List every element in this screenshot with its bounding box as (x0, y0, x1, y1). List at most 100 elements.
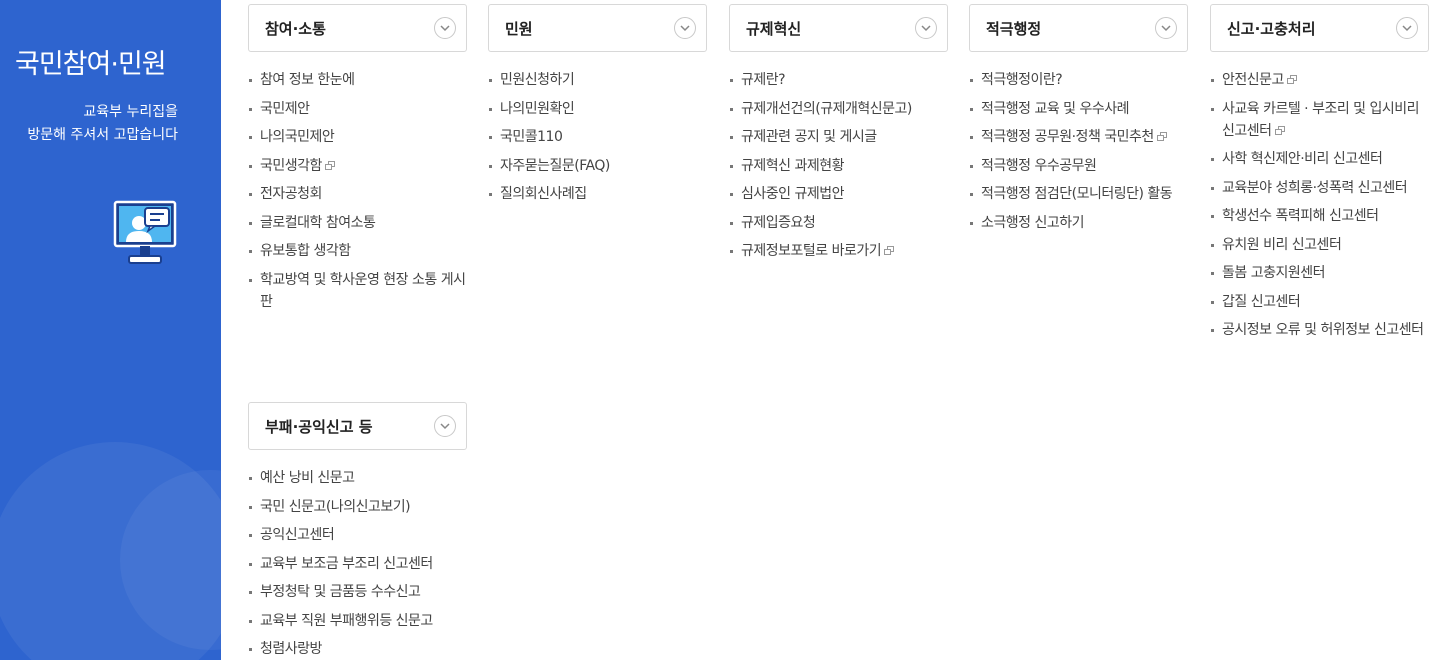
menu-link-label: 공시정보 오류 및 허위정보 신고센터 (1222, 322, 1424, 338)
menu-link[interactable]: 참여 정보 한눈에 (248, 69, 467, 91)
menu-link[interactable]: 교육부 보조금 부조리 신고센터 (248, 553, 467, 575)
column-title: 신고·고충처리 (1227, 20, 1316, 38)
column-header[interactable]: 적극행정 (969, 4, 1188, 52)
new-window-icon (1156, 132, 1168, 142)
column-title: 부패·공익신고 등 (265, 418, 373, 436)
menu-link[interactable]: 부정청탁 및 금품등 수수신고 (248, 581, 467, 603)
menu-column-report-grievance: 신고·고충처리 안전신문고 사교육 카르텔 · 부조리 및 입시비리 신고센터 … (1210, 4, 1429, 348)
menu-link-label: 규제정보포털로 바로가기 (741, 243, 882, 259)
menu-link[interactable]: 학생선수 폭력피해 신고센터 (1210, 205, 1429, 227)
menu-link[interactable]: 적극행정 교육 및 우수사례 (969, 98, 1188, 120)
menu-link[interactable]: 사교육 카르텔 · 부조리 및 입시비리 신고센터 (1210, 98, 1429, 142)
menu-link[interactable]: 유치원 비리 신고센터 (1210, 234, 1429, 256)
chevron-down-icon[interactable] (434, 415, 456, 437)
new-window-icon (324, 160, 336, 171)
menu-link[interactable]: 질의회신사례집 (488, 183, 707, 205)
menu-link-label: 소극행정 신고하기 (981, 214, 1085, 231)
menu-link[interactable]: 돌봄 고충지원센터 (1210, 262, 1429, 284)
chevron-down-icon[interactable] (1396, 17, 1418, 39)
menu-link[interactable]: 적극행정 점검단(모니터링단) 활동 (969, 183, 1188, 205)
menu-link[interactable]: 국민 신문고(나의신고보기) (248, 496, 467, 518)
menu-link[interactable]: 공익신고센터 (248, 524, 467, 546)
menu-link[interactable]: 안전신문고 (1210, 69, 1429, 91)
menu-link-label: 전자공청회 (260, 186, 322, 202)
menu-link[interactable]: 유보통합 생각함 (248, 240, 467, 262)
menu-link-label: 적극행정 우수공무원 (981, 157, 1097, 174)
menu-link-label: 적극행정 교육 및 우수사례 (981, 100, 1130, 117)
menu-link-label: 나의국민제안 (260, 129, 335, 145)
link-list: 안전신문고 사교육 카르텔 · 부조리 및 입시비리 신고센터 사학 혁신제안·… (1210, 69, 1429, 341)
menu-link[interactable]: 적극행정이란? (969, 69, 1188, 91)
link-list: 예산 낭비 신문고 국민 신문고(나의신고보기) 공익신고센터 교육부 보조금 … (248, 467, 467, 660)
link-list: 참여 정보 한눈에 국민제안 나의국민제안 국민생각함 전자공청회 글로컬대학 … (248, 69, 467, 313)
menu-column-regulation: 규제혁신 규제란? 규제개선건의(규제개혁신문고) 규제관련 공지 및 게시글 … (729, 4, 948, 269)
chevron-down-icon[interactable] (434, 17, 456, 39)
greeting-line: 교육부 누리집을 (83, 104, 178, 120)
menu-link[interactable]: 교육분야 성희롱·성폭력 신고센터 (1210, 177, 1429, 199)
menu-link-label: 국민 신문고(나의신고보기) (260, 498, 411, 515)
sidebar-panel: 국민참여·민원 교육부 누리집을 방문해 주셔서 고맙습니다 (0, 0, 221, 660)
menu-link[interactable]: 청렴사랑방 (248, 638, 467, 660)
menu-link-label: 국민콜110 (500, 129, 563, 145)
menu-link[interactable]: 국민제안 (248, 98, 467, 120)
menu-link[interactable]: 규제정보포털로 바로가기 (729, 240, 948, 262)
column-header[interactable]: 부패·공익신고 등 (248, 402, 467, 450)
menu-link[interactable]: 규제혁신 과제현황 (729, 155, 948, 177)
menu-link-label: 유보통합 생각함 (260, 243, 351, 259)
menu-link[interactable]: 규제란? (729, 69, 948, 91)
column-header[interactable]: 민원 (488, 4, 707, 52)
menu-column-civil-petition: 민원 민원신청하기 나의민원확인 국민콜110 자주묻는질문(FAQ) 질의회신… (488, 4, 707, 212)
menu-link[interactable]: 교육부 직원 부패행위등 신문고 (248, 610, 467, 632)
menu-link[interactable]: 공시정보 오류 및 허위정보 신고센터 (1210, 319, 1429, 341)
column-title: 규제혁신 (746, 20, 802, 38)
menu-link[interactable]: 글로컬대학 참여소통 (248, 212, 467, 234)
menu-link-label: 규제입증요청 (741, 214, 816, 231)
new-window-icon (884, 246, 895, 256)
menu-link-label: 국민생각함 (260, 157, 322, 174)
menu-link[interactable]: 나의민원확인 (488, 98, 707, 120)
sidebar-title: 국민참여·민원 (15, 49, 167, 80)
column-header[interactable]: 규제혁신 (729, 4, 948, 52)
menu-link[interactable]: 자주묻는질문(FAQ) (488, 155, 707, 177)
menu-link[interactable]: 규제관련 공지 및 게시글 (729, 126, 948, 148)
menu-link[interactable]: 소극행정 신고하기 (969, 212, 1188, 234)
menu-link[interactable]: 전자공청회 (248, 183, 467, 205)
chevron-down-icon[interactable] (674, 17, 696, 39)
menu-link[interactable]: 국민콜110 (488, 126, 707, 148)
link-list: 적극행정이란? 적극행정 교육 및 우수사례 적극행정 공무원·정책 국민추천 … (969, 69, 1188, 234)
menu-link-label: 갑질 신고센터 (1222, 293, 1301, 310)
menu-link-label: 심사중인 규제법안 (741, 186, 845, 202)
menu-link-label: 교육분야 성희롱·성폭력 신고센터 (1222, 179, 1408, 196)
menu-link-label: 사학 혁신제안·비리 신고센터 (1222, 151, 1383, 167)
menu-link-label: 청렴사랑방 (260, 641, 322, 657)
menu-link[interactable]: 국민생각함 (248, 155, 467, 177)
menu-link-label: 돌봄 고충지원센터 (1222, 265, 1326, 281)
menu-link[interactable]: 갑질 신고센터 (1210, 291, 1429, 313)
menu-link-label: 교육부 직원 부패행위등 신문고 (260, 612, 433, 629)
menu-link-label: 안전신문고 (1222, 72, 1284, 88)
chevron-down-icon[interactable] (915, 17, 937, 39)
menu-link[interactable]: 학교방역 및 학사운영 현장 소통 게시판 (248, 269, 467, 313)
menu-link[interactable]: 규제개선건의(규제개혁신문고) (729, 98, 948, 120)
menu-link-label: 부정청탁 및 금품등 수수신고 (260, 584, 421, 600)
chevron-down-icon[interactable] (1155, 17, 1177, 39)
menu-link[interactable]: 적극행정 공무원·정책 국민추천 (969, 126, 1188, 148)
menu-link-label: 학생선수 폭력피해 신고센터 (1222, 208, 1379, 224)
link-list: 규제란? 규제개선건의(규제개혁신문고) 규제관련 공지 및 게시글 규제혁신 … (729, 69, 948, 262)
column-title: 적극행정 (986, 20, 1042, 38)
menu-link-label: 예산 낭비 신문고 (260, 470, 355, 486)
menu-link-label: 사교육 카르텔 · 부조리 및 입시비리 신고센터 (1222, 100, 1420, 139)
column-header[interactable]: 참여·소통 (248, 4, 467, 52)
column-title: 민원 (505, 20, 533, 38)
menu-link[interactable]: 심사중인 규제법안 (729, 183, 948, 205)
menu-link-label: 학교방역 및 학사운영 현장 소통 게시판 (260, 271, 466, 310)
menu-link[interactable]: 사학 혁신제안·비리 신고센터 (1210, 148, 1429, 170)
menu-link[interactable]: 규제입증요청 (729, 212, 948, 234)
menu-link[interactable]: 나의국민제안 (248, 126, 467, 148)
column-header[interactable]: 신고·고충처리 (1210, 4, 1429, 52)
menu-link[interactable]: 예산 낭비 신문고 (248, 467, 467, 489)
menu-link-label: 규제개선건의(규제개혁신문고) (741, 100, 912, 117)
menu-link[interactable]: 적극행정 우수공무원 (969, 155, 1188, 177)
menu-link-label: 규제란? (741, 72, 786, 88)
menu-link[interactable]: 민원신청하기 (488, 69, 707, 91)
